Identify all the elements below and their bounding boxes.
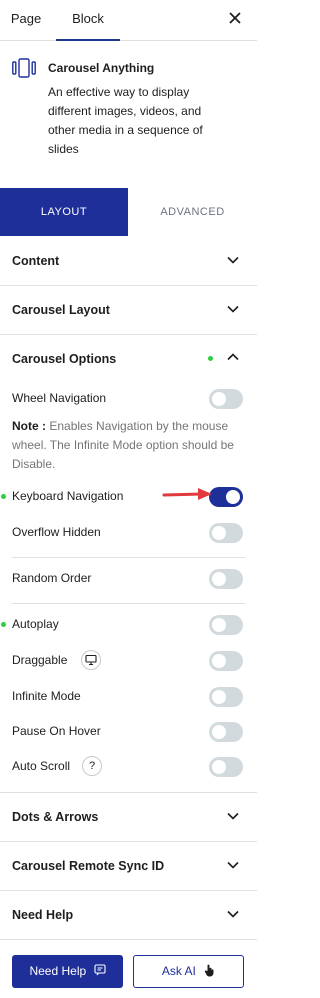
option-pause-on-hover: Pause On Hover xyxy=(0,719,257,743)
chat-icon xyxy=(93,964,106,976)
modified-indicator-dot xyxy=(1,622,6,627)
tab-layout[interactable]: LAYOUT xyxy=(0,188,128,236)
section-remote-sync-label: Carousel Remote Sync ID xyxy=(12,859,165,873)
desktop-icon xyxy=(85,654,97,666)
toggle-knob xyxy=(212,392,226,406)
autoplay-label: Autoplay xyxy=(12,617,59,631)
random-order-label: Random Order xyxy=(12,571,92,585)
autoplay-toggle[interactable] xyxy=(209,615,243,635)
hand-pointer-icon xyxy=(205,964,214,977)
keyboard-navigation-label: Keyboard Navigation xyxy=(12,489,124,503)
draggable-label: Draggable xyxy=(12,653,68,667)
toggle-knob xyxy=(212,526,226,540)
section-need-help-label: Need Help xyxy=(12,908,74,922)
auto-scroll-label: Auto Scroll xyxy=(12,759,71,773)
section-dots-arrows-label: Dots & Arrows xyxy=(12,810,99,824)
mode-tabs: LAYOUT ADVANCED xyxy=(0,188,257,236)
section-remote-sync[interactable]: Carousel Remote Sync ID xyxy=(0,842,257,891)
block-title: Carousel Anything xyxy=(48,61,155,75)
wheel-navigation-label: Wheel Navigation xyxy=(12,391,107,405)
need-help-button-label: Need Help xyxy=(29,964,87,978)
section-content-label: Content xyxy=(12,254,60,268)
close-icon[interactable] xyxy=(225,8,245,28)
ask-ai-button[interactable]: Ask AI xyxy=(133,955,244,988)
chevron-down-icon xyxy=(227,256,239,264)
toggle-knob xyxy=(212,654,226,668)
ask-ai-button-label: Ask AI xyxy=(161,964,196,978)
toggle-knob xyxy=(226,490,240,504)
auto-scroll-toggle[interactable] xyxy=(209,757,243,777)
option-draggable: Draggable xyxy=(0,648,257,672)
toggle-knob xyxy=(212,572,226,586)
chevron-down-icon xyxy=(227,305,239,313)
red-arrow-annotation xyxy=(162,488,212,500)
tab-block[interactable]: Block xyxy=(56,0,120,41)
note-label: Note : xyxy=(12,419,46,433)
device-toggle-button[interactable] xyxy=(81,650,101,670)
divider xyxy=(12,603,245,604)
modified-indicator-dot xyxy=(1,494,6,499)
chevron-down-icon xyxy=(227,812,239,820)
infinite-mode-toggle[interactable] xyxy=(209,687,243,707)
top-tabs: Page Block xyxy=(0,0,257,41)
pause-on-hover-toggle[interactable] xyxy=(209,722,243,742)
section-dots-arrows[interactable]: Dots & Arrows xyxy=(0,793,257,842)
option-keyboard-navigation: Keyboard Navigation xyxy=(0,484,257,508)
overflow-hidden-toggle[interactable] xyxy=(209,523,243,543)
section-carousel-layout-label: Carousel Layout xyxy=(12,303,110,317)
block-description: An effective way to display different im… xyxy=(48,85,203,156)
pause-on-hover-label: Pause On Hover xyxy=(12,724,101,738)
note-text: Enables Navigation by the mouse wheel. T… xyxy=(12,419,234,471)
chevron-down-icon xyxy=(227,861,239,869)
random-order-toggle[interactable] xyxy=(209,569,243,589)
carousel-icon xyxy=(12,58,36,78)
option-auto-scroll: Auto Scroll ? xyxy=(0,754,257,778)
section-content[interactable]: Content xyxy=(0,237,257,286)
modified-indicator-dot xyxy=(208,356,213,361)
option-autoplay: Autoplay xyxy=(0,612,257,636)
option-wheel-navigation: Wheel Navigation xyxy=(0,386,257,410)
option-infinite-mode: Infinite Mode xyxy=(0,684,257,708)
chevron-down-icon xyxy=(227,910,239,918)
wheel-navigation-toggle[interactable] xyxy=(209,389,243,409)
section-carousel-options[interactable]: Carousel Options xyxy=(0,335,257,384)
option-overflow-hidden: Overflow Hidden xyxy=(0,520,257,544)
infinite-mode-label: Infinite Mode xyxy=(12,689,81,703)
section-need-help[interactable]: Need Help xyxy=(0,891,257,940)
toggle-knob xyxy=(212,690,226,704)
keyboard-navigation-toggle[interactable] xyxy=(209,487,243,507)
help-question-icon[interactable]: ? xyxy=(82,756,102,776)
section-carousel-options-label: Carousel Options xyxy=(12,352,117,366)
tab-page[interactable]: Page xyxy=(0,0,52,41)
toggle-knob xyxy=(212,618,226,632)
wheel-navigation-note: Note : Enables Navigation by the mouse w… xyxy=(12,417,246,474)
toggle-knob xyxy=(212,760,226,774)
overflow-hidden-label: Overflow Hidden xyxy=(12,525,101,539)
chevron-up-icon xyxy=(227,353,239,361)
section-carousel-layout[interactable]: Carousel Layout xyxy=(0,286,257,335)
draggable-toggle[interactable] xyxy=(209,651,243,671)
toggle-knob xyxy=(212,725,226,739)
need-help-button[interactable]: Need Help xyxy=(12,955,123,988)
option-random-order: Random Order xyxy=(0,566,257,590)
divider xyxy=(12,557,245,558)
tab-advanced[interactable]: ADVANCED xyxy=(128,188,257,236)
